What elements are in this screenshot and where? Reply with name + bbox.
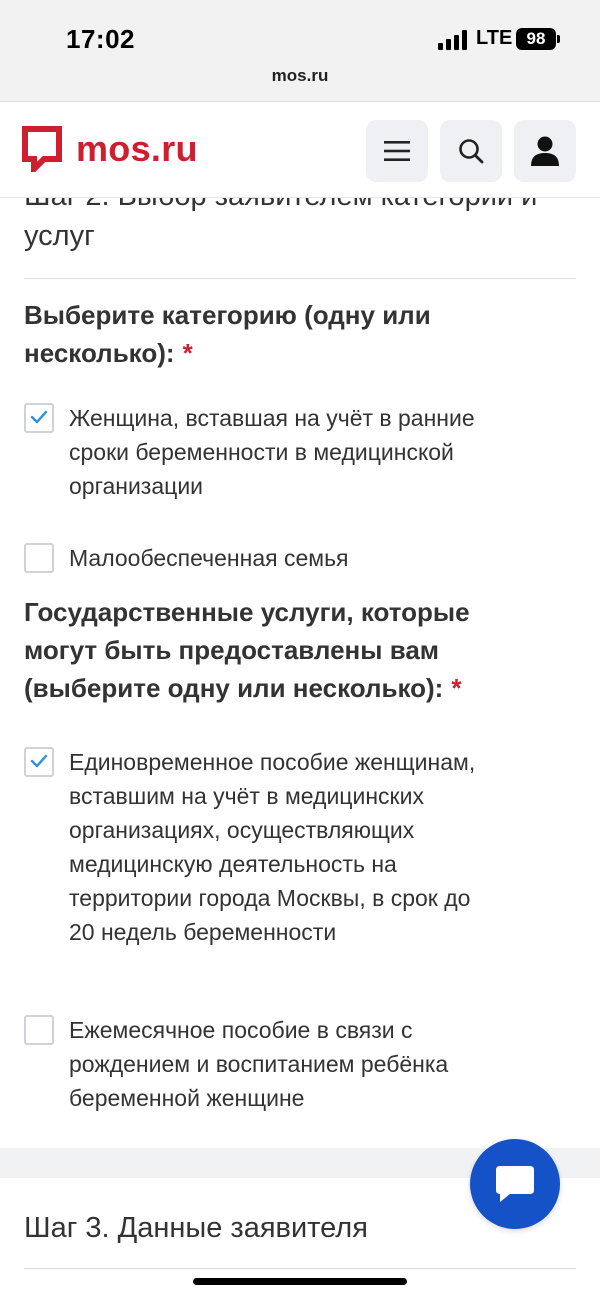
option-label: Ежемесячное пособие в связи с рождением … xyxy=(69,1017,449,1111)
chat-bubble-icon xyxy=(496,1166,534,1202)
network-type: LTE xyxy=(476,27,513,49)
user-icon xyxy=(531,136,559,166)
category-question: Выберите категорию (одну или несколько):… xyxy=(24,296,554,372)
home-indicator xyxy=(193,1278,407,1285)
checkmark-icon xyxy=(30,754,48,768)
category-question-text: Выберите категорию (одну или несколько): xyxy=(24,300,431,368)
services-question-text: Государственные услуги, которые могут бы… xyxy=(24,597,470,703)
step2-title: Шаг 2. Выбор заявителем категории и услу… xyxy=(24,198,537,252)
checkbox-unchecked[interactable] xyxy=(24,1015,54,1045)
option-label: Малообеспеченная семья xyxy=(69,545,349,571)
checkmark-icon xyxy=(30,410,48,424)
battery-icon: 98 xyxy=(516,28,556,50)
required-mark: * xyxy=(182,338,193,368)
form-content: Шаг 2. Выбор заявителем категории и услу… xyxy=(0,198,600,1148)
url-bar[interactable]: mos.ru xyxy=(0,66,600,86)
search-icon xyxy=(459,139,484,164)
hamburger-menu-icon xyxy=(384,141,410,161)
divider xyxy=(24,278,576,279)
battery-tip xyxy=(557,35,560,43)
checkbox-checked[interactable] xyxy=(24,747,54,777)
step3-title: Шаг 3. Данные заявителя xyxy=(24,1212,368,1244)
site-header: mos.ru xyxy=(0,102,600,198)
profile-button[interactable] xyxy=(514,120,576,182)
divider xyxy=(24,1268,576,1269)
services-question: Государственные услуги, которые могут бы… xyxy=(24,593,544,707)
logo-text: mos.ru xyxy=(76,128,198,169)
search-button[interactable] xyxy=(440,120,502,182)
logo-mark-icon xyxy=(22,126,62,172)
status-time: 17:02 xyxy=(66,24,135,54)
signal-icon xyxy=(438,30,468,50)
option-label: Женщина, вставшая на учёт в ранние сроки… xyxy=(69,405,475,499)
option-label: Единовременное пособие женщинам, вставши… xyxy=(69,749,476,945)
required-mark: * xyxy=(451,673,462,703)
checkbox-checked[interactable] xyxy=(24,403,54,433)
chat-button[interactable] xyxy=(470,1139,560,1229)
status-bar: 17:02 LTE 98 mos.ru xyxy=(0,0,600,102)
menu-button[interactable] xyxy=(366,120,428,182)
checkbox-unchecked[interactable] xyxy=(24,543,54,573)
site-logo[interactable]: mos.ru xyxy=(22,126,198,172)
